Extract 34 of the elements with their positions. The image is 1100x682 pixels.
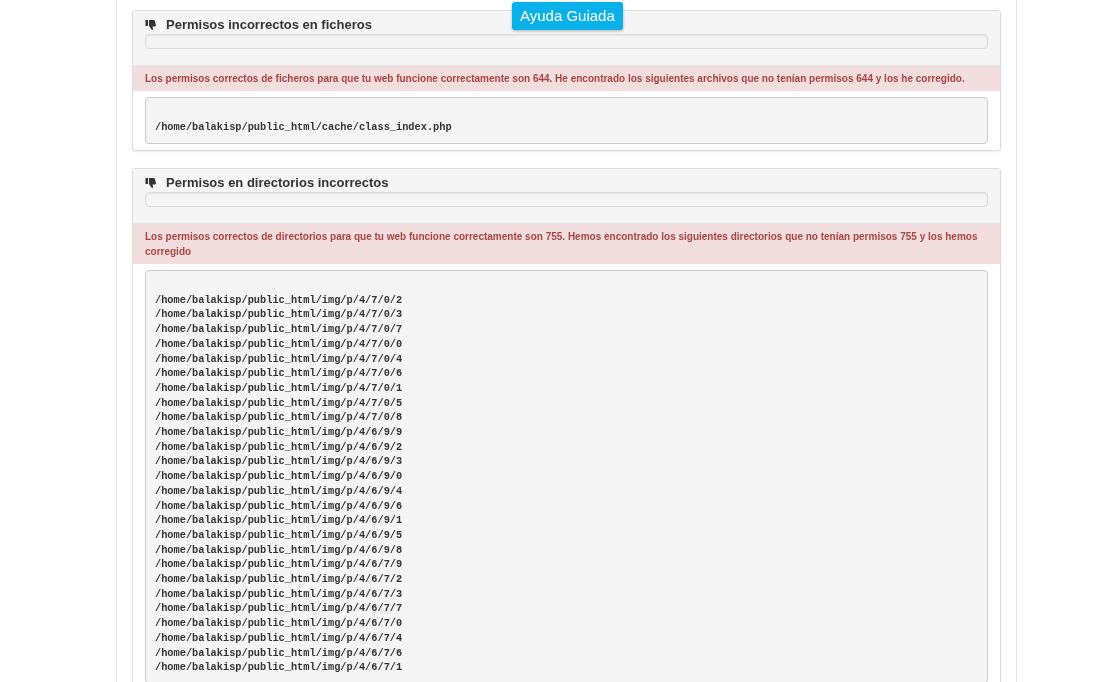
file-path: /home/balakisp/public_html/img/p/4/6/9/2 [155,439,403,455]
file-path: /home/balakisp/public_html/img/p/4/6/7/6 [155,645,403,661]
file-path: /home/balakisp/public_html/img/p/4/7/0/4 [155,351,403,367]
file-path: /home/balakisp/public_html/img/p/4/7/0/6 [155,366,403,381]
guided-help-button[interactable]: Ayuda Guiada [512,2,623,30]
thumbs-down-icon [145,176,157,189]
file-path: /home/balakisp/public_html/img/p/4/6/9/6 [155,498,403,514]
file-path: /home/balakisp/public_html/img/p/4/7/0/5 [155,395,403,411]
file-path: /home/balakisp/public_html/img/p/4/6/9/5 [155,527,403,543]
file-path: /home/balakisp/public_html/img/p/4/7/0/2 [155,292,403,308]
panel-title: Permisos incorrectos en ficheros [166,16,372,35]
file-path: /home/balakisp/public_html/img/p/4/6/9/3 [155,454,403,470]
file-path: /home/balakisp/public_html/img/p/4/6/9/9 [155,425,403,440]
file-path: /home/balakisp/public_html/img/p/4/6/7/4 [155,630,403,646]
file-path: /home/balakisp/public_html/img/p/4/6/7/2 [155,572,403,587]
file-path: /home/balakisp/public_html/img/p/4/7/0/1 [155,380,403,396]
file-path: /home/balakisp/public_html/img/p/4/7/0/7 [155,322,403,337]
panel-title: Permisos en directorios incorrectos [166,173,389,192]
file-path: /home/balakisp/public_html/img/p/4/6/9/0 [155,469,403,484]
file-path: /home/balakisp/public_html/img/p/4/7/0/3 [155,307,403,323]
alert-message: Los permisos correctos de directorios para que tu web funcione correctamente son 755. Hemos encontrado los siguientes directorios que no tenían permisos 755 y los hemos corregido [133,223,1000,264]
file-path: /home/balakisp/public_html/img/p/4/6/9/1 [155,513,403,528]
file-path: /home/balakisp/public_html/img/p/4/6/7/9 [155,557,403,573]
file-path: /home/balakisp/public_html/img/p/4/6/9/8 [155,542,403,558]
file-path: /home/balakisp/public_html/img/p/4/6/7/0 [155,616,403,631]
thumbs-down-icon [145,19,157,31]
file-path: /home/balakisp/public_html/cache/class_index.php [155,120,452,135]
file-path: /home/balakisp/public_html/img/p/4/6/7/1 [155,660,403,675]
file-path: /home/balakisp/public_html/img/p/4/6/7/3 [155,586,403,602]
file-path: /home/balakisp/public_html/img/p/4/6/9/4 [155,483,403,499]
file-path: /home/balakisp/public_html/img/p/4/6/7/7 [155,601,403,617]
file-path: /home/balakisp/public_html/img/p/4/7/0/8 [155,410,403,426]
alert-message: Los permisos correctos de ficheros para que tu web funcione correctamente son 644. He encontrado los siguientes archivos que no tenían permisos 644 y los he corregido. [133,66,1000,91]
file-path: /home/balakisp/public_html/img/p/4/7/0/0 [155,336,403,352]
